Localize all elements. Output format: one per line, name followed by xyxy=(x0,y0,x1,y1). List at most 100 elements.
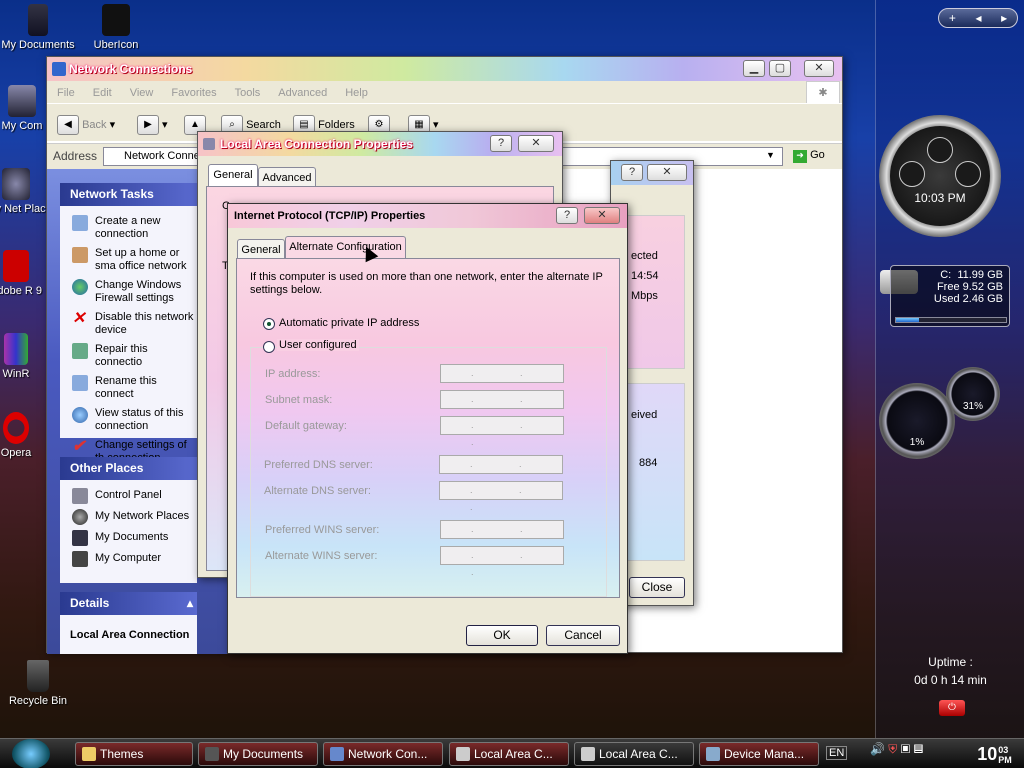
taskbar-item-my-documents[interactable]: My Documents xyxy=(198,742,318,766)
menu-file[interactable]: File xyxy=(47,81,83,99)
network-tray-icon[interactable]: ▣ xyxy=(901,742,911,756)
computer-icon xyxy=(8,85,36,117)
menu-tools[interactable]: Tools xyxy=(225,81,269,99)
menu-favorites[interactable]: Favorites xyxy=(161,81,224,99)
prev-icon[interactable]: ◂ xyxy=(975,11,981,25)
window-title: Network Connections xyxy=(69,62,193,76)
auto-ip-label[interactable]: Automatic private IP address xyxy=(279,317,419,329)
go-button[interactable]: ➜ Go xyxy=(789,147,829,166)
subnet-mask-field[interactable]: . . . xyxy=(440,390,564,421)
tcpip-title-bar[interactable]: Internet Protocol (TCP/IP) Properties ? … xyxy=(228,204,627,228)
taskbar-item-local-area-2[interactable]: Local Area C... xyxy=(574,742,694,766)
desktop-icon-my-network[interactable]: My Net Plac xyxy=(0,168,48,215)
place-control-panel[interactable]: Control Panel xyxy=(60,485,197,506)
close-label: Close xyxy=(641,580,673,594)
ip-address-field[interactable]: . . . xyxy=(440,364,564,395)
forward-button[interactable]: ▶ ▾ xyxy=(137,114,168,136)
network-tasks-panel: Create a new connection Set up a home or… xyxy=(60,206,197,464)
lac-title-bar[interactable]: Local Area Connection Properties ? ✕ xyxy=(198,132,562,156)
close-button[interactable]: ✕ xyxy=(647,164,687,181)
user-configured-label[interactable]: User configured xyxy=(277,339,359,351)
menu-advanced[interactable]: Advanced xyxy=(268,81,335,99)
next-icon[interactable]: ▸ xyxy=(1001,11,1007,25)
default-gateway-field[interactable]: . . . xyxy=(440,416,564,447)
language-indicator[interactable]: EN xyxy=(826,746,848,760)
auto-ip-radio[interactable] xyxy=(263,318,275,330)
desktop-icon-opera[interactable]: Opera xyxy=(0,412,46,459)
task-repair[interactable]: Repair this connectio xyxy=(60,340,197,372)
task-firewall[interactable]: Change Windows Firewall settings xyxy=(60,276,197,308)
task-label: Change Windows Firewall settings xyxy=(95,279,182,304)
close-button[interactable]: ✕ xyxy=(584,207,620,224)
ok-button[interactable]: OK xyxy=(466,625,538,646)
help-button[interactable]: ? xyxy=(490,135,512,152)
subnet-mask-label: Subnet mask: xyxy=(265,394,333,406)
task-create-connection[interactable]: Create a new connection xyxy=(60,212,197,244)
computer-icon xyxy=(72,551,88,567)
place-my-computer[interactable]: My Computer xyxy=(60,548,197,569)
network-tasks-title: Network Tasks xyxy=(70,187,154,201)
help-button[interactable]: ? xyxy=(621,164,643,181)
tab-advanced[interactable]: Advanced xyxy=(258,167,316,188)
drive-gadget[interactable]: C: 11.99 GB Free 9.52 GB Used 2.46 GB xyxy=(890,265,1010,327)
tab-label: Alternate Configuration xyxy=(289,241,402,253)
alternate-dns-field[interactable]: . . . xyxy=(439,481,563,512)
desktop-icon-my-documents[interactable]: My Documents xyxy=(0,4,78,51)
taskbar-clock[interactable]: 1003 PM xyxy=(965,739,1024,768)
task-disable-device[interactable]: ✕ Disable this network device xyxy=(60,308,197,340)
volume-icon[interactable]: 🔊 xyxy=(870,742,885,756)
place-my-documents[interactable]: My Documents xyxy=(60,527,197,548)
tab-alternate-configuration[interactable]: Alternate Configuration xyxy=(285,236,406,259)
maximize-button[interactable]: ▢ xyxy=(769,60,791,77)
back-button[interactable]: ◀ Back ▾ xyxy=(57,114,115,136)
other-places-header[interactable]: Other Places xyxy=(60,457,197,480)
place-my-network[interactable]: My Network Places xyxy=(60,506,197,527)
alternate-wins-field[interactable]: . . . xyxy=(440,546,564,577)
close-dialog-button[interactable]: Close xyxy=(629,577,685,598)
cpu-gauge[interactable]: 1% xyxy=(879,383,955,459)
menu-help[interactable]: Help xyxy=(335,81,376,99)
taskbar-item-network-connections[interactable]: Network Con... xyxy=(323,742,443,766)
desktop-icon-ubericon[interactable]: UberIcon xyxy=(76,4,156,51)
cancel-button[interactable]: Cancel xyxy=(546,625,620,646)
folder-icon xyxy=(82,747,96,761)
security-shield-icon[interactable]: ⛨ xyxy=(888,742,897,756)
desktop-icon-recycle-bin[interactable]: Recycle Bin xyxy=(0,660,78,707)
menu-edit[interactable]: Edit xyxy=(83,81,120,99)
user-configured-radio[interactable] xyxy=(263,341,275,353)
tab-general[interactable]: General xyxy=(237,239,285,260)
taskbar-item-label: Network Con... xyxy=(348,747,428,761)
desktop-icon-winrar[interactable]: WinR xyxy=(0,333,46,380)
minimize-button[interactable]: ▁ xyxy=(743,60,765,77)
details-header[interactable]: Details ▴ xyxy=(60,592,197,615)
collapse-chevron-icon[interactable]: ▴ xyxy=(187,592,193,615)
task-rename[interactable]: Rename this connect xyxy=(60,372,197,404)
start-button[interactable] xyxy=(12,739,50,768)
status-title-bar[interactable]: ? ✕ xyxy=(611,161,693,185)
folder-icon xyxy=(28,4,48,36)
status-count: 884 xyxy=(639,457,658,469)
desktop-icon-adobe-reader[interactable]: Adobe R 9 xyxy=(0,250,48,297)
task-view-status[interactable]: View status of this connection xyxy=(60,404,197,436)
task-home-network[interactable]: Set up a home or sma office network xyxy=(60,244,197,276)
preferred-dns-field[interactable]: . . . xyxy=(439,455,563,486)
close-button[interactable]: ✕ xyxy=(518,135,554,152)
clock-gadget[interactable]: 10:03 PM xyxy=(879,115,1001,237)
title-bar[interactable]: Network Connections ▁ ▢ ✕ xyxy=(47,57,842,81)
details-title: Details xyxy=(70,596,110,610)
network-tasks-header[interactable]: Network Tasks xyxy=(60,183,197,206)
sidebar-nav[interactable]: + ◂ ▸ xyxy=(938,8,1018,28)
taskbar-item-local-area-1[interactable]: Local Area C... xyxy=(449,742,569,766)
display-tray-icon[interactable]: ▤ xyxy=(914,742,924,756)
preferred-wins-field[interactable]: . . . xyxy=(440,520,564,551)
taskbar-item-device-manager[interactable]: Device Mana... xyxy=(699,742,819,766)
close-button[interactable]: ✕ xyxy=(804,60,834,77)
power-icon[interactable]: ⏻ xyxy=(939,700,965,716)
menu-view[interactable]: View xyxy=(120,81,162,99)
help-button[interactable]: ? xyxy=(556,207,578,224)
lac-title: Local Area Connection Properties xyxy=(220,137,413,151)
address-dropdown-icon[interactable]: ▼ xyxy=(766,150,775,160)
taskbar-item-themes[interactable]: Themes xyxy=(75,742,193,766)
add-gadget-icon[interactable]: + xyxy=(949,11,956,25)
tab-general[interactable]: General xyxy=(208,164,258,186)
